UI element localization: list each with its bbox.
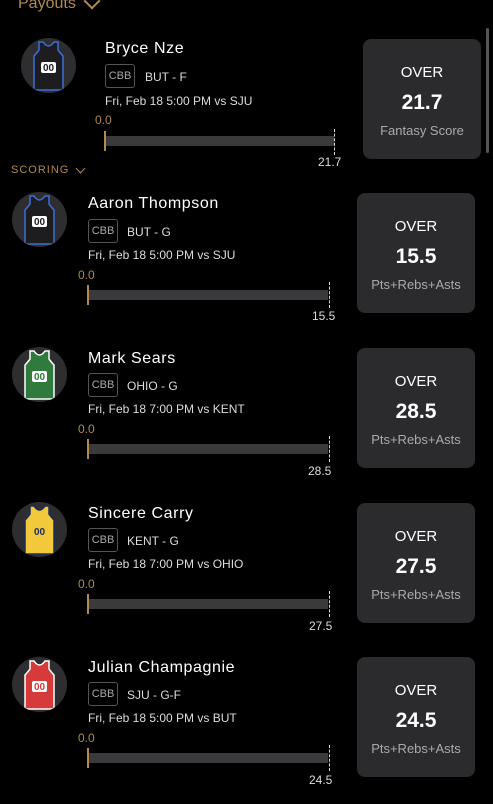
player-card: 00 Bryce Nze CBB BUT - F Fri, Feb 18 5:0… (0, 30, 493, 184)
bar-min-value: 0.0 (78, 577, 95, 591)
pick-button[interactable]: OVER 15.5 Pts+Rebs+Asts (357, 193, 475, 313)
over-under-label: OVER (394, 373, 438, 390)
bar-end-marker (329, 745, 330, 771)
player-card: 00 Sincere Carry CBB KENT - G Fri, Feb 1… (0, 495, 493, 649)
player-card: 00 Aaron Thompson CBB BUT - G Fri, Feb 1… (0, 185, 493, 339)
team-position: SJU - G-F (127, 688, 181, 702)
jersey-avatar: 00 (12, 502, 67, 557)
scoring-toggle[interactable]: SCORING (11, 163, 86, 176)
svg-text:00: 00 (34, 372, 46, 383)
over-under-label: OVER (394, 218, 438, 235)
jersey-icon: 00 (24, 660, 55, 710)
line-value: 15.5 (312, 309, 336, 323)
projection-bar (106, 136, 334, 146)
scoring-label: SCORING (11, 164, 70, 176)
chevron-down-icon (75, 163, 86, 173)
player-name: Mark Sears (88, 350, 176, 367)
over-under-label: OVER (394, 682, 438, 699)
game-info: Fri, Feb 18 7:00 PM vs OHIO (88, 557, 244, 571)
pick-button[interactable]: OVER 27.5 Pts+Rebs+Asts (357, 503, 475, 623)
over-under-label: OVER (394, 528, 438, 545)
game-info: Fri, Feb 18 7:00 PM vs KENT (88, 402, 245, 416)
svg-text:00: 00 (34, 217, 46, 228)
projection-line: 21.7 (401, 91, 443, 114)
pick-button[interactable]: OVER 24.5 Pts+Rebs+Asts (357, 657, 475, 777)
svg-text:00: 00 (34, 527, 46, 538)
team-position: BUT - G (127, 225, 171, 239)
payouts-header[interactable]: Payouts (18, 0, 101, 16)
projection-bar (89, 290, 328, 300)
jersey-avatar: 00 (12, 347, 67, 402)
line-value: 24.5 (309, 773, 333, 787)
svg-text:00: 00 (34, 682, 46, 693)
game-info: Fri, Feb 18 5:00 PM vs BUT (88, 711, 237, 725)
stat-type: Fantasy Score (380, 123, 464, 138)
bar-min-value: 0.0 (78, 731, 95, 745)
league-badge: CBB (88, 528, 118, 552)
stat-type: Pts+Rebs+Asts (371, 587, 461, 602)
projection-line: 27.5 (395, 555, 437, 578)
jersey-avatar: 00 (21, 38, 76, 93)
player-card: 00 Julian Champagnie CBB SJU - G-F Fri, … (0, 650, 493, 804)
chevron-down-icon (83, 0, 101, 10)
bar-min-value: 0.0 (78, 268, 95, 282)
league-badge: CBB (105, 64, 135, 88)
projection-bar (89, 444, 328, 454)
player-name: Aaron Thompson (88, 195, 219, 212)
line-value: 21.7 (318, 155, 342, 169)
projection-line: 28.5 (395, 400, 437, 423)
team-position: OHIO - G (127, 379, 178, 393)
league-badge: CBB (88, 373, 118, 397)
stat-type: Pts+Rebs+Asts (371, 277, 461, 292)
bar-min-value: 0.0 (78, 422, 95, 436)
jersey-icon: 00 (24, 195, 55, 245)
over-under-label: OVER (400, 64, 444, 81)
team-position: KENT - G (127, 534, 179, 548)
bar-end-marker (334, 129, 335, 155)
game-info: Fri, Feb 18 5:00 PM vs SJU (105, 94, 253, 108)
bar-min-value: 0.0 (95, 113, 112, 127)
jersey-icon: 00 (24, 505, 55, 555)
league-badge: CBB (88, 682, 118, 706)
player-name: Sincere Carry (88, 505, 194, 522)
league-badge: CBB (88, 219, 118, 243)
jersey-avatar: 00 (12, 192, 67, 247)
player-name: Bryce Nze (105, 40, 185, 57)
payouts-label: Payouts (18, 0, 76, 12)
projection-line: 24.5 (395, 709, 437, 732)
player-card: 00 Mark Sears CBB OHIO - G Fri, Feb 18 7… (0, 340, 493, 494)
stat-type: Pts+Rebs+Asts (371, 432, 461, 447)
jersey-avatar: 00 (12, 657, 67, 712)
jersey-icon: 00 (33, 41, 64, 91)
team-position: BUT - F (145, 70, 187, 84)
pick-button[interactable]: OVER 21.7 Fantasy Score (363, 39, 481, 159)
game-info: Fri, Feb 18 5:00 PM vs SJU (88, 248, 236, 262)
jersey-icon: 00 (24, 350, 55, 400)
bar-end-marker (329, 436, 330, 462)
line-value: 27.5 (309, 619, 333, 633)
stat-type: Pts+Rebs+Asts (371, 741, 461, 756)
svg-text:00: 00 (43, 63, 55, 74)
line-value: 28.5 (308, 464, 332, 478)
projection-bar (89, 599, 328, 609)
bar-end-marker (329, 282, 330, 308)
projection-bar (89, 753, 328, 763)
player-name: Julian Champagnie (88, 659, 236, 676)
projection-line: 15.5 (395, 245, 437, 268)
pick-button[interactable]: OVER 28.5 Pts+Rebs+Asts (357, 348, 475, 468)
bar-end-marker (329, 591, 330, 617)
